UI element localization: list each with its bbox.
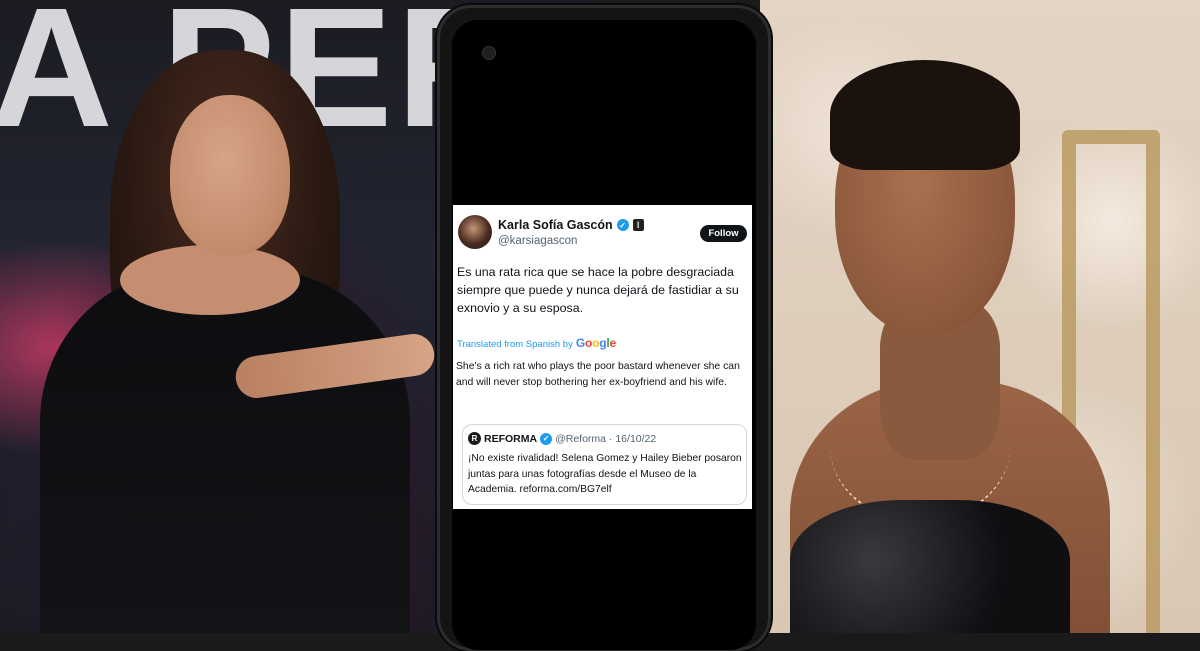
quote-text: ¡No existe rivalidad! Selena Gomez y Hai… bbox=[468, 453, 742, 495]
camera-icon bbox=[482, 46, 496, 60]
quoted-tweet[interactable]: R REFORMA ✓ @Reforma · 16/10/22 ¡No exis… bbox=[462, 424, 747, 505]
person-left-body bbox=[40, 270, 410, 633]
tweet-header: Karla Sofía Gascón ✓ ǀ @karsiagascon Fol… bbox=[457, 213, 747, 253]
author-handle[interactable]: @karsiagascon bbox=[498, 235, 577, 247]
verified-icon: ✓ bbox=[540, 432, 553, 445]
person-left-face bbox=[170, 95, 290, 255]
tweet-card[interactable]: Karla Sofía Gascón ✓ ǀ @karsiagascon Fol… bbox=[453, 205, 752, 509]
verified-icon: ✓ bbox=[616, 219, 629, 231]
person-left-shoulder bbox=[120, 245, 300, 315]
tweet-text: Es una rata rica que se hace la pobre de… bbox=[457, 265, 739, 315]
right-photo bbox=[760, 0, 1200, 633]
translation-text: She's a rich rat who plays the poor bast… bbox=[456, 361, 740, 388]
author-name[interactable]: Karla Sofía Gascón bbox=[498, 218, 613, 232]
quote-header: R REFORMA ✓ @Reforma · 16/10/22 bbox=[468, 432, 656, 445]
follow-button[interactable]: Follow bbox=[700, 225, 747, 242]
person-right-hair bbox=[830, 60, 1020, 170]
google-logo-icon: Google bbox=[575, 336, 617, 350]
translated-from-label: Translated from Spanish by bbox=[457, 339, 573, 350]
quote-meta: @Reforma · 16/10/22 bbox=[555, 432, 657, 445]
translation-attribution[interactable]: Translated from Spanish by Google bbox=[457, 336, 616, 350]
author-name-row: Karla Sofía Gascón ✓ ǀ bbox=[498, 218, 644, 232]
avatar[interactable] bbox=[458, 215, 492, 249]
reforma-logo-icon: R bbox=[468, 432, 481, 445]
quote-author-name: REFORMA bbox=[484, 432, 538, 445]
person-right-dress bbox=[790, 500, 1070, 633]
affiliate-badge-icon: ǀ bbox=[632, 219, 644, 231]
